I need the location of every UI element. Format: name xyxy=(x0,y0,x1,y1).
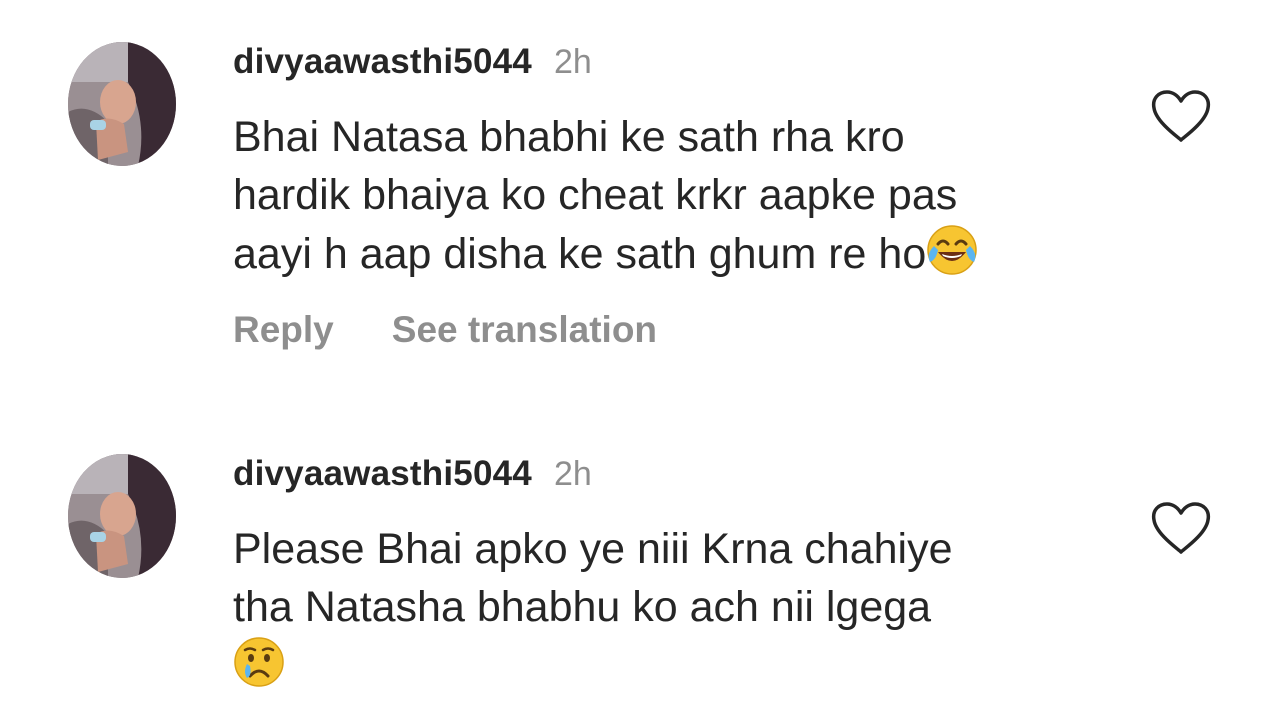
avatar[interactable] xyxy=(68,454,176,578)
comment-line-text: aayi h aap disha ke sath ghum re ho xyxy=(233,230,927,278)
timestamp: 2h xyxy=(553,455,592,493)
comment-text: Bhai Natasa bhabhi ke sath rha kro hardi… xyxy=(233,108,1113,283)
comment-actions: Reply See translation xyxy=(233,308,657,352)
face-with-tears-of-joy-icon xyxy=(926,224,978,276)
avatar[interactable] xyxy=(68,42,176,166)
heart-icon xyxy=(1151,502,1211,554)
comment-header: divyaawasthi5044 2h xyxy=(233,40,592,84)
reply-button[interactable]: Reply xyxy=(233,309,334,350)
comment-line: aayi h aap disha ke sath ghum re ho xyxy=(233,224,1113,283)
see-translation-button[interactable]: See translation xyxy=(392,309,657,350)
avatar-image xyxy=(68,454,176,578)
comment-line: tha Natasha bhabhu ko ach nii lgega xyxy=(233,583,932,631)
username[interactable]: divyaawasthi5044 xyxy=(233,42,532,81)
comment-text: Please Bhai apko ye niii Krna chahiye th… xyxy=(233,520,1113,695)
avatar-image xyxy=(68,42,176,166)
username[interactable]: divyaawasthi5044 xyxy=(233,454,532,493)
comment-line xyxy=(233,636,1113,695)
like-button[interactable] xyxy=(1150,88,1212,144)
comment-header: divyaawasthi5044 2h xyxy=(233,452,592,496)
comment-line: Please Bhai apko ye niii Krna chahiye xyxy=(233,525,953,573)
timestamp: 2h xyxy=(553,43,592,81)
comment-line: Bhai Natasa bhabhi ke sath rha kro xyxy=(233,113,905,161)
comment-line: hardik bhaiya ko cheat krkr aapke pas xyxy=(233,171,958,219)
heart-icon xyxy=(1151,90,1211,142)
crying-face-icon xyxy=(233,636,285,688)
like-button[interactable] xyxy=(1150,500,1212,556)
